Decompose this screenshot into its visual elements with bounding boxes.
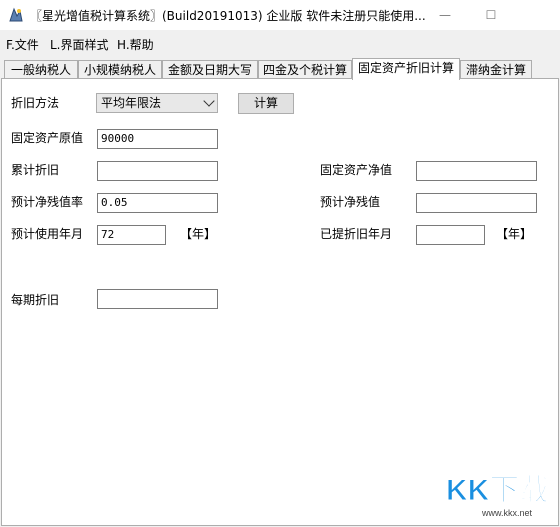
maximize-icon: ☐ — [485, 8, 497, 22]
accumulated-depreciation-input[interactable] — [97, 161, 218, 181]
per-period-depreciation-label: 每期折旧 — [11, 293, 60, 307]
menu-help[interactable]: H.帮助 — [117, 36, 154, 53]
kkx-watermark: KK下载 www.kkx.net — [444, 470, 556, 520]
depreciated-period-input[interactable] — [416, 225, 485, 245]
original-value-input[interactable]: 90000 — [97, 129, 218, 149]
depreciated-period-label: 已提折旧年月 — [320, 227, 393, 241]
calculate-button[interactable]: 计算 — [238, 93, 294, 114]
chevron-down-icon — [203, 95, 215, 107]
tab-amount-date-uppercase[interactable]: 金额及日期大写 — [162, 60, 258, 79]
kkx-url: www.kkx.net — [481, 508, 533, 518]
method-select-value: 平均年限法 — [101, 96, 162, 110]
menu-bar: F.文件 L.界面样式 H.帮助 — [0, 32, 560, 54]
original-value-label: 固定资产原值 — [11, 131, 84, 145]
residual-rate-label: 预计净残值率 — [11, 195, 84, 209]
title-bar: 〖星光增值税计算系统〗(Build20191013) 企业版 软件未注册只能使用… — [0, 0, 560, 30]
minimize-button[interactable]: — — [422, 0, 468, 30]
per-period-depreciation-input[interactable] — [97, 289, 218, 309]
tab-general-taxpayer[interactable]: 一般纳税人 — [4, 60, 78, 79]
useful-life-input[interactable]: 72 — [97, 225, 166, 245]
tab-late-fee[interactable]: 滞纳金计算 — [460, 60, 532, 79]
useful-life-unit: 【年】 — [180, 227, 217, 241]
minimize-icon: — — [439, 8, 451, 22]
maximize-button[interactable]: ☐ — [468, 0, 514, 30]
residual-value-input[interactable] — [416, 193, 537, 213]
method-select[interactable]: 平均年限法 — [96, 93, 218, 113]
residual-rate-input[interactable]: 0.05 — [97, 193, 218, 213]
method-label: 折旧方法 — [11, 96, 60, 110]
useful-life-label: 预计使用年月 — [11, 227, 84, 241]
residual-value-label: 预计净残值 — [320, 195, 381, 209]
tab-strip: 一般纳税人 小规模纳税人 金额及日期大写 四金及个税计算 固定资产折旧计算 滞纳… — [0, 58, 560, 80]
window-title: 〖星光增值税计算系统〗(Build20191013) 企业版 软件未注册只能使用… — [30, 9, 426, 23]
accumulated-depreciation-label: 累计折旧 — [11, 163, 60, 177]
tab-fixed-asset-depreciation[interactable]: 固定资产折旧计算 — [352, 58, 460, 80]
depreciated-period-unit: 【年】 — [496, 227, 533, 241]
net-value-label: 固定资产净值 — [320, 163, 393, 177]
app-icon — [9, 7, 23, 22]
tab-funds-income-tax[interactable]: 四金及个税计算 — [258, 60, 352, 79]
menu-view-style[interactable]: L.界面样式 — [50, 36, 109, 53]
kkx-logo: KK下载 www.kkx.net — [446, 474, 550, 519]
kkx-logo-text: KK下载 — [446, 474, 549, 507]
menu-file[interactable]: F.文件 — [6, 36, 39, 53]
depreciation-panel: 折旧方法 平均年限法 计算 固定资产原值 90000 累计折旧 固定资产净值 预… — [1, 78, 559, 526]
net-value-input[interactable] — [416, 161, 537, 181]
tab-small-scale-taxpayer[interactable]: 小规模纳税人 — [78, 60, 162, 79]
